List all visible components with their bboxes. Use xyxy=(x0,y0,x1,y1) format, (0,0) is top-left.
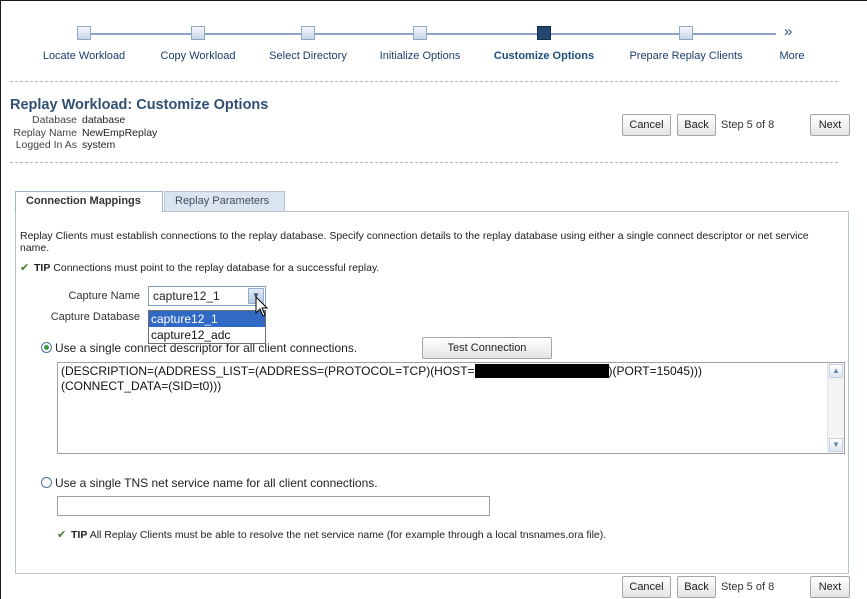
replay-name-value: NewEmpReplay xyxy=(82,126,158,139)
tip-connections: ✔ TIP Connections must point to the repla… xyxy=(20,262,379,274)
database-value: database xyxy=(82,114,126,126)
train-more-link[interactable]: More xyxy=(779,50,804,62)
train-step-customize-options: Customize Options xyxy=(493,50,595,62)
tip-tns: ✔ TIP All Replay Clients must be able to … xyxy=(57,529,606,541)
train-step-locate-workload[interactable]: Locate Workload xyxy=(43,50,125,62)
divider xyxy=(10,162,838,163)
radio-connect-descriptor[interactable] xyxy=(41,342,52,353)
capture-name-label: Capture Name xyxy=(68,290,140,302)
mouse-pointer-icon xyxy=(255,296,269,317)
scroll-down-icon[interactable]: ▼ xyxy=(829,438,843,452)
info-labels: Database Replay Name Logged In As xyxy=(0,114,77,154)
wizard-train: » Locate Workload Copy Workload Select D… xyxy=(14,23,834,66)
capture-database-label: Capture Database xyxy=(50,311,140,323)
next-button-bottom[interactable]: Next xyxy=(810,576,850,598)
descriptor-line1-part1: (DESCRIPTION=(ADDRESS_LIST=(ADDRESS=(PRO… xyxy=(61,364,475,378)
database-label: Database xyxy=(32,114,77,126)
back-button-bottom[interactable]: Back xyxy=(677,576,716,598)
train-step-2-marker[interactable] xyxy=(191,26,205,40)
next-button[interactable]: Next xyxy=(810,114,850,136)
connect-descriptor-textarea[interactable]: (DESCRIPTION=(ADDRESS_LIST=(ADDRESS=(PRO… xyxy=(57,362,845,454)
radio-tns-net-service[interactable] xyxy=(41,477,52,488)
capture-name-select[interactable]: capture12_1 ▼ xyxy=(148,286,266,306)
step-indicator: Step 5 of 8 xyxy=(721,119,775,131)
train-step-select-directory[interactable]: Select Directory xyxy=(269,50,347,62)
info-values: database NewEmpReplay system xyxy=(82,114,282,154)
train-step-copy-workload[interactable]: Copy Workload xyxy=(161,50,236,62)
more-arrow-icon[interactable]: » xyxy=(784,23,792,40)
textarea-scrollbar[interactable]: ▲ ▼ xyxy=(827,363,844,453)
train-step-initialize-options[interactable]: Initialize Options xyxy=(380,50,461,62)
tip-label: TIP xyxy=(71,529,88,541)
page-title: Replay Workload: Customize Options xyxy=(10,97,269,113)
descriptor-line2: (CONNECT_DATA=(SID=t0))) xyxy=(61,379,222,393)
dropdown-option-capture12-adc[interactable]: capture12_adc xyxy=(149,327,265,343)
tip-label: TIP xyxy=(34,262,51,274)
dropdown-option-capture12-1[interactable]: capture12_1 xyxy=(149,311,265,327)
radio-tns-row: Use a single TNS net service name for al… xyxy=(41,476,378,490)
train-step-6-marker xyxy=(679,26,693,40)
description-text: Replay Clients must establish connection… xyxy=(20,230,809,254)
tab-connection-mappings[interactable]: Connection Mappings xyxy=(15,191,163,212)
capture-name-selected: capture12_1 xyxy=(153,289,220,303)
logged-in-label: Logged In As xyxy=(15,139,77,151)
tip-text: All Replay Clients must be able to resol… xyxy=(89,529,607,541)
descriptor-line1-part2: )(PORT=15045))) xyxy=(608,364,703,378)
step-indicator-bottom: Step 5 of 8 xyxy=(721,581,775,593)
train-line xyxy=(84,33,776,35)
test-connection-button[interactable]: Test Connection xyxy=(422,337,552,359)
scroll-up-icon[interactable]: ▲ xyxy=(829,364,843,378)
tns-name-input[interactable] xyxy=(57,496,490,516)
train-step-1-marker[interactable] xyxy=(77,26,91,40)
train-step-3-marker[interactable] xyxy=(301,26,315,40)
cancel-button[interactable]: Cancel xyxy=(622,114,671,136)
radio-tns-label[interactable]: Use a single TNS net service name for al… xyxy=(55,476,378,490)
back-button[interactable]: Back xyxy=(677,114,716,136)
train-step-5-marker xyxy=(537,26,551,40)
check-icon: ✔ xyxy=(57,529,67,541)
redacted-host xyxy=(474,364,609,378)
check-icon: ✔ xyxy=(20,262,30,274)
tab-replay-parameters[interactable]: Replay Parameters xyxy=(164,191,285,211)
cancel-button-bottom[interactable]: Cancel xyxy=(622,576,671,598)
logged-in-value: system xyxy=(82,139,116,151)
replay-name-label: Replay Name xyxy=(13,126,77,139)
train-step-4-marker[interactable] xyxy=(413,26,427,40)
tip-text: Connections must point to the replay dat… xyxy=(53,262,380,274)
divider xyxy=(10,81,838,82)
capture-name-dropdown: capture12_1 capture12_adc xyxy=(148,310,266,344)
train-step-prepare-replay-clients: Prepare Replay Clients xyxy=(629,50,743,62)
